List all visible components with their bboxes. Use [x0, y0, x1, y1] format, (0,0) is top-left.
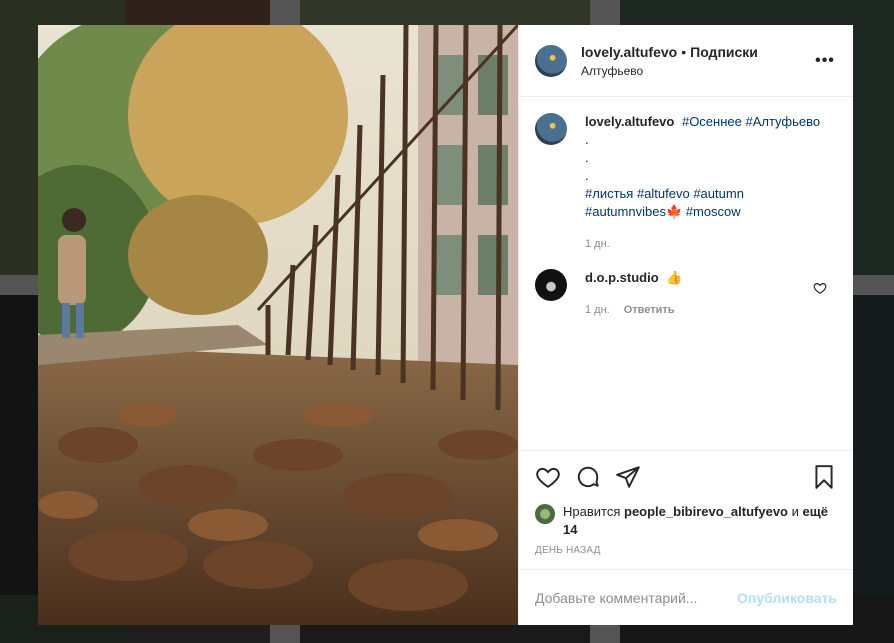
- post-modal: lovely.altufevo • Подписки Алтуфьево •••…: [38, 25, 853, 625]
- commenter-avatar[interactable]: [535, 269, 567, 301]
- post-header: lovely.altufevo • Подписки Алтуфьево •••: [519, 25, 853, 97]
- author-avatar[interactable]: [535, 44, 567, 77]
- caption-hashtag-autumnvibes[interactable]: #autumnvibes: [585, 204, 666, 219]
- caption-hashtag-moscow[interactable]: #moscow: [686, 204, 741, 219]
- post-side-panel: lovely.altufevo • Подписки Алтуфьево •••…: [518, 25, 853, 625]
- caption-hashtags-1[interactable]: #Осеннее #Алтуфьево: [682, 114, 820, 129]
- post-actions-bar: [519, 450, 853, 503]
- add-comment-bar: Опубликовать: [519, 569, 853, 625]
- likes-summary: Нравится people_bibirevo_altufyevo и ещё…: [519, 503, 853, 539]
- reply-button[interactable]: Ответить: [624, 301, 675, 319]
- caption-dot: .: [585, 168, 589, 183]
- comment-time[interactable]: 1 дн.: [585, 301, 610, 319]
- post-date[interactable]: ДЕНЬ НАЗАД: [519, 539, 853, 569]
- comment-item: d.o.p.studio 👍 1 дн. Ответить: [535, 269, 837, 319]
- caption-time[interactable]: 1 дн.: [585, 235, 610, 253]
- comment-input[interactable]: [535, 589, 738, 606]
- more-options-icon[interactable]: •••: [813, 52, 837, 70]
- share-paper-plane-icon[interactable]: [615, 464, 641, 490]
- liker-avatar[interactable]: [535, 504, 555, 524]
- comments-list: lovely.altufevo #Осеннее #Алтуфьево . . …: [519, 97, 853, 450]
- thumbs-up-emoji: 👍: [666, 270, 683, 285]
- post-photo[interactable]: [38, 25, 518, 625]
- autumn-leaves-photo: [38, 25, 518, 625]
- separator-dot: •: [681, 43, 687, 60]
- likes-prefix: Нравится: [563, 504, 621, 519]
- caption-author-avatar[interactable]: [535, 113, 567, 145]
- caption-author-username[interactable]: lovely.altufevo: [585, 114, 674, 129]
- comment-like-heart-icon[interactable]: [813, 281, 827, 295]
- caption-dot: .: [585, 150, 589, 165]
- like-heart-icon[interactable]: [535, 464, 561, 490]
- caption: lovely.altufevo #Осеннее #Алтуфьево . . …: [535, 113, 837, 253]
- commenter-username[interactable]: d.o.p.studio: [585, 270, 659, 285]
- post-location[interactable]: Алтуфьево: [581, 64, 813, 78]
- author-username[interactable]: lovely.altufevo: [581, 44, 677, 60]
- maple-leaf-emoji: 🍁: [665, 204, 683, 219]
- caption-dot: .: [585, 132, 589, 147]
- comment-bubble-icon[interactable]: [575, 464, 601, 490]
- following-button[interactable]: Подписки: [690, 44, 758, 60]
- liker-username[interactable]: people_bibirevo_altufyevo: [624, 504, 788, 519]
- post-header-text: lovely.altufevo • Подписки Алтуфьево: [581, 44, 813, 78]
- save-bookmark-icon[interactable]: [811, 464, 837, 490]
- publish-comment-button[interactable]: Опубликовать: [737, 590, 837, 606]
- caption-hashtags-2[interactable]: #листья #altufevo #autumn: [585, 185, 837, 203]
- likes-joiner: и: [791, 504, 799, 519]
